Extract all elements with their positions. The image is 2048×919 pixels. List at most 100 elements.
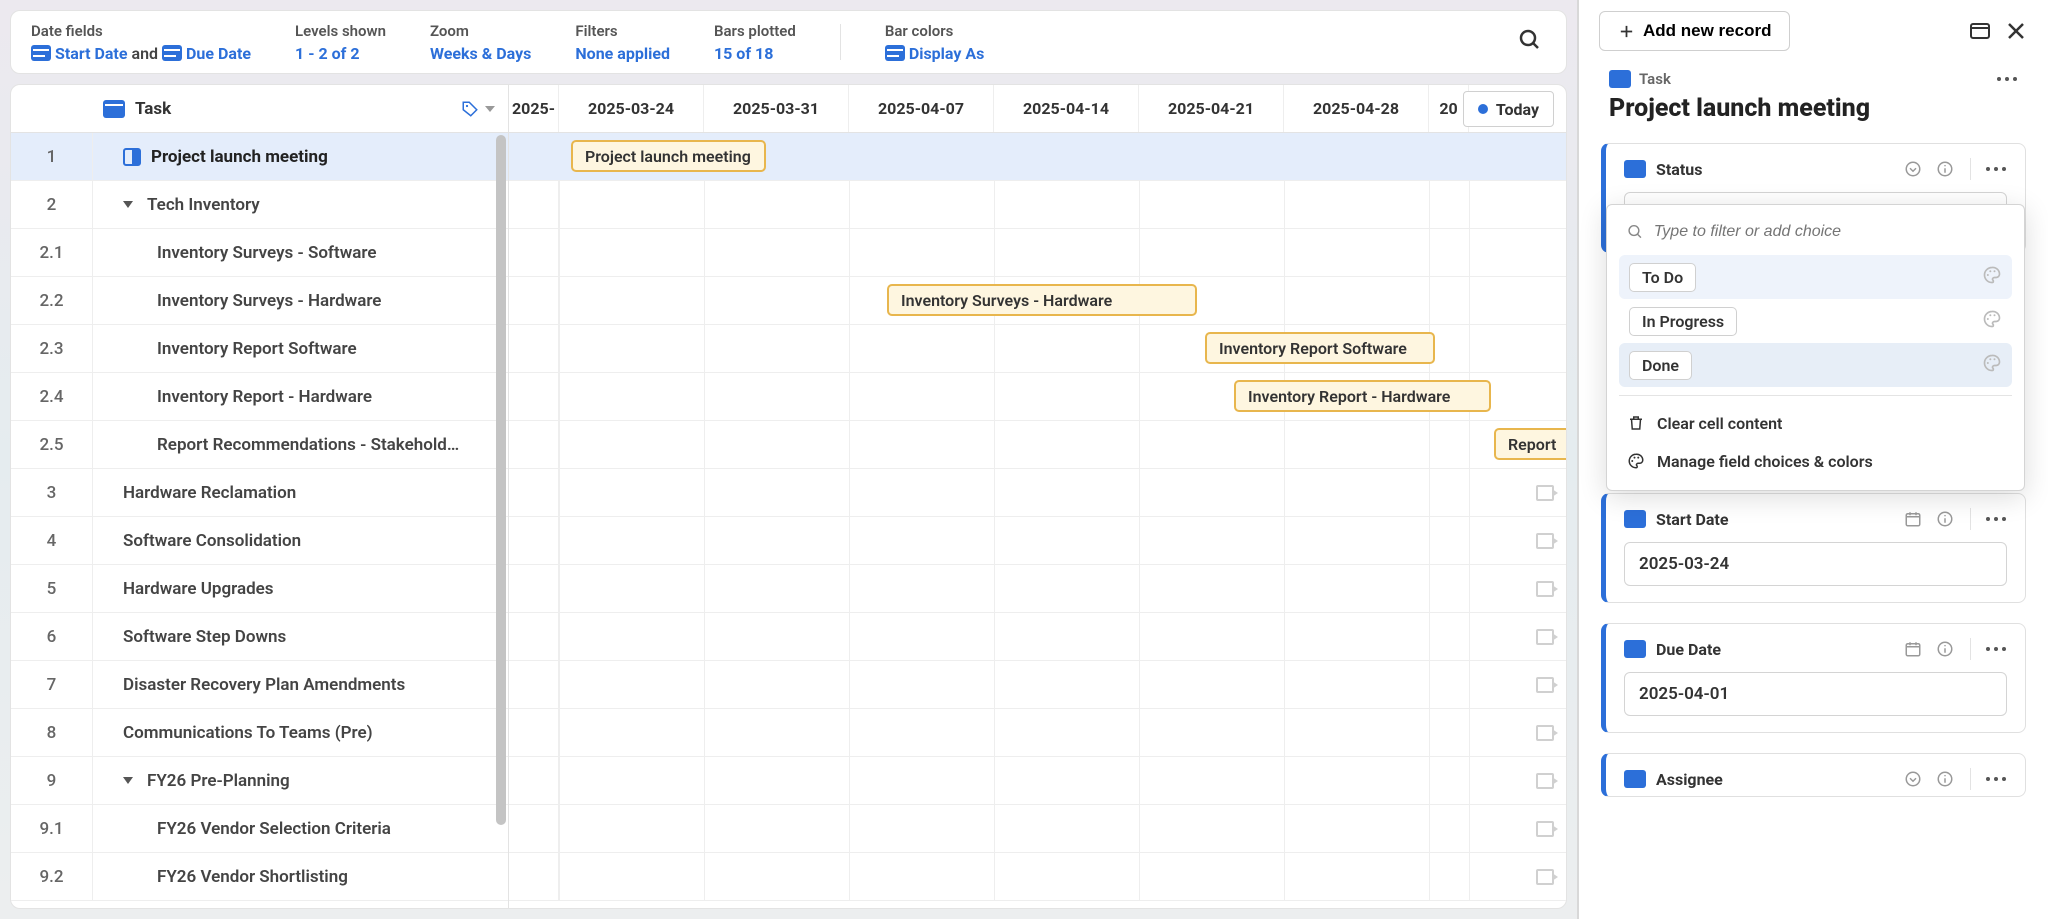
date-header-cell[interactable]: 2025-04-07 [849,85,994,132]
task-row[interactable]: 4Software Consolidation [11,517,508,565]
date-header-cell[interactable]: 2025-03-24 [559,85,704,132]
status-option[interactable]: Done [1619,343,2012,387]
gantt-row[interactable]: Project launch meeting [509,133,1566,181]
bar-offscreen-marker[interactable] [1536,485,1554,501]
gantt-row[interactable] [509,757,1566,805]
task-cell[interactable]: Hardware Upgrades [93,579,508,599]
more-icon[interactable] [1985,646,2007,652]
status-option[interactable]: To Do [1619,255,2012,299]
gantt-row[interactable] [509,229,1566,277]
gantt-row[interactable] [509,661,1566,709]
gantt-row[interactable]: Report [509,421,1566,469]
date-field-due[interactable]: Due Date [186,44,251,63]
palette-icon[interactable] [1982,265,2002,289]
info-icon[interactable] [1934,508,1956,530]
today-button[interactable]: Today [1463,91,1554,127]
gantt-row[interactable] [509,709,1566,757]
gantt-row[interactable] [509,853,1566,901]
gantt-row[interactable]: Inventory Report - Hardware [509,373,1566,421]
collapse-icon[interactable] [123,201,133,208]
close-icon[interactable] [2004,19,2028,43]
scrollbar-thumb[interactable] [496,135,506,825]
gantt-row[interactable] [509,613,1566,661]
due-date-input[interactable]: 2025-04-01 [1624,672,2007,716]
task-row[interactable]: 2.3Inventory Report Software [11,325,508,373]
gantt-row[interactable] [509,805,1566,853]
task-cell[interactable]: Communications To Teams (Pre) [93,723,508,743]
collapse-icon[interactable] [123,777,133,784]
manage-choices-button[interactable]: Manage field choices & colors [1619,442,2012,480]
toolbar-search-icon[interactable] [1518,28,1542,56]
date-field-start[interactable]: Start Date [55,44,127,63]
bar-offscreen-marker[interactable] [1536,581,1554,597]
bar-offscreen-marker[interactable] [1536,821,1554,837]
task-cell[interactable]: Software Step Downs [93,627,508,647]
bar-offscreen-marker[interactable] [1536,869,1554,885]
info-icon[interactable] [1934,158,1956,180]
task-cell[interactable]: Inventory Report Software [93,339,508,359]
task-scrollbar[interactable] [496,135,506,845]
clear-cell-button[interactable]: Clear cell content [1619,404,2012,442]
calendar-icon[interactable] [1902,638,1924,660]
chevron-circle-icon[interactable] [1902,158,1924,180]
gantt-bar[interactable]: Inventory Report Software [1205,332,1435,364]
task-row[interactable]: 3Hardware Reclamation [11,469,508,517]
task-cell[interactable]: Tech Inventory [93,195,508,215]
task-row[interactable]: 8Communications To Teams (Pre) [11,709,508,757]
bar-offscreen-marker[interactable] [1536,773,1554,789]
task-row[interactable]: 9FY26 Pre-Planning [11,757,508,805]
toolbar-filters[interactable]: Filters None applied [575,22,670,63]
task-cell[interactable]: Inventory Surveys - Software [93,243,508,263]
gantt-bar[interactable]: Inventory Report - Hardware [1234,380,1491,412]
bar-offscreen-marker[interactable] [1536,677,1554,693]
more-icon[interactable] [1996,76,2018,82]
toolbar-bars[interactable]: Bars plotted 15 of 18 [714,22,796,63]
date-header-cell[interactable]: 2025-04-28 [1284,85,1429,132]
task-header-actions[interactable] [448,100,508,118]
task-row[interactable]: 2.4Inventory Report - Hardware [11,373,508,421]
info-icon[interactable] [1934,638,1956,660]
gantt-body[interactable]: Project launch meeting Inventory Surveys … [509,133,1566,901]
calendar-icon[interactable] [1902,508,1924,530]
palette-icon[interactable] [1982,353,2002,377]
dropdown-search-input[interactable] [1654,223,2004,241]
task-row[interactable]: 9.2FY26 Vendor Shortlisting [11,853,508,901]
task-column-header[interactable]: Task [93,99,448,119]
expand-icon[interactable] [1968,19,1992,43]
task-cell[interactable]: Inventory Surveys - Hardware [93,291,508,311]
task-cell[interactable]: Disaster Recovery Plan Amendments [93,675,508,695]
bar-offscreen-marker[interactable] [1536,725,1554,741]
toolbar-date-fields[interactable]: Date fields Start Date and Due Date [31,22,251,63]
info-icon[interactable] [1934,768,1956,790]
gantt-row[interactable]: Inventory Report Software [509,325,1566,373]
date-header-cell[interactable]: 2025-04-21 [1139,85,1284,132]
task-row[interactable]: 2.2Inventory Surveys - Hardware [11,277,508,325]
palette-icon[interactable] [1982,309,2002,333]
gantt-row[interactable]: Inventory Surveys - Hardware [509,277,1566,325]
gantt-row[interactable] [509,565,1566,613]
dropdown-search[interactable] [1619,219,2012,255]
bar-offscreen-marker[interactable] [1536,629,1554,645]
gantt-timeline[interactable]: 2025-2025-03-242025-03-312025-04-072025-… [509,85,1566,908]
chevron-circle-icon[interactable] [1902,768,1924,790]
toolbar-zoom[interactable]: Zoom Weeks & Days [430,22,531,63]
gantt-bar[interactable]: Report [1494,428,1566,460]
date-header-cell[interactable]: 2025-03-31 [704,85,849,132]
task-cell[interactable]: FY26 Vendor Selection Criteria [93,819,508,839]
task-row[interactable]: 5Hardware Upgrades [11,565,508,613]
gantt-row[interactable] [509,517,1566,565]
toolbar-colors[interactable]: Bar colors Display As [885,22,985,63]
gantt-row[interactable] [509,469,1566,517]
task-cell[interactable]: Inventory Report - Hardware [93,387,508,407]
side-task-title[interactable]: Project launch meeting [1609,94,2018,123]
status-option[interactable]: In Progress [1619,299,2012,343]
task-cell[interactable]: FY26 Vendor Shortlisting [93,867,508,887]
task-row[interactable]: 1Project launch meeting [11,133,508,181]
gantt-bar[interactable]: Project launch meeting [571,140,766,172]
more-icon[interactable] [1985,776,2007,782]
task-cell[interactable]: Software Consolidation [93,531,508,551]
task-row[interactable]: 2.5Report Recommendations - Stakehold… [11,421,508,469]
toolbar-levels[interactable]: Levels shown 1 - 2 of 2 [295,22,386,63]
task-row[interactable]: 6Software Step Downs [11,613,508,661]
gantt-bar[interactable]: Inventory Surveys - Hardware [887,284,1197,316]
